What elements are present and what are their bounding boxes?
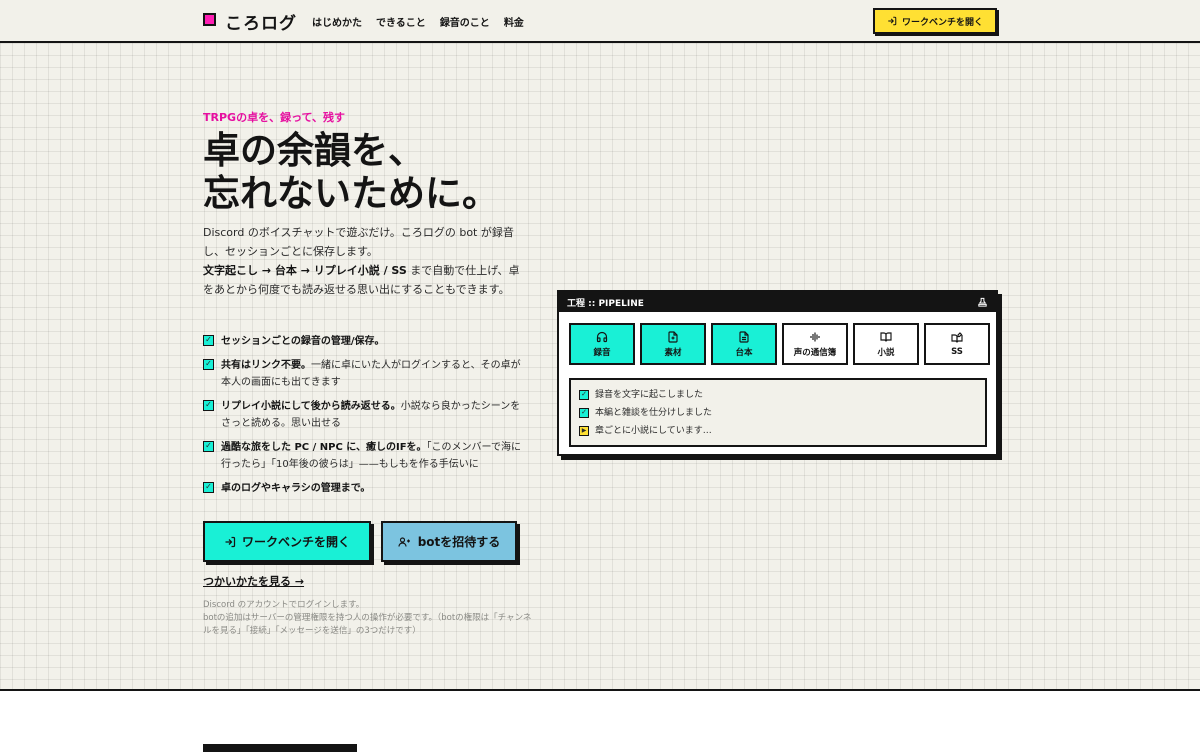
play-icon: ▶ <box>579 426 589 436</box>
next-section-heading-bar <box>203 744 357 752</box>
check-icon: ✓ <box>579 408 589 418</box>
log-item: ✓ 録音を文字に起こしました <box>579 386 977 404</box>
hero-lead-2-bold: 文字起こし → 台本 → リプレイ小説 / SS <box>203 264 407 277</box>
logo-text[interactable]: ころログ <box>225 9 297 34</box>
nav-item-pricing[interactable]: 料金 <box>504 14 524 29</box>
feature-bold: 共有はリンク不要。 <box>221 360 311 371</box>
open-workbench-label: ワークベンチを開く <box>241 535 350 549</box>
pipeline-step-ss[interactable]: SS <box>924 323 990 365</box>
pipeline-step-voice-report[interactable]: 声の通信簿 <box>782 323 848 365</box>
site-header: ころログ はじめかた できること 録音のこと 料金 ワークベンチを開く <box>0 0 1200 43</box>
pipeline-step-recording[interactable]: 録音 <box>569 323 635 365</box>
feature-bold: セッションごとの録音の管理/保存。 <box>221 336 385 347</box>
check-icon: ✓ <box>203 482 214 493</box>
pipeline-step-label: 素材 <box>664 347 682 358</box>
check-icon: ✓ <box>579 390 589 400</box>
stamp-icon <box>977 297 988 308</box>
feature-item: ✓ 卓のログやキャラシの管理まで。 <box>203 480 528 497</box>
hero-title-line-2: 忘れないために。 <box>203 172 499 215</box>
login-note: Discord のアカウントでログインします。 botの追加はサーバーの管理権限… <box>203 599 533 638</box>
login-note-2: botの追加はサーバーの管理権限を持つ人の操作が必要です。（botの権限は「チャ… <box>203 613 532 636</box>
pipeline-step-label: 声の通信簿 <box>793 347 837 358</box>
feature-item: ✓ リプレイ小説にして後から読み返せる。小説なら良かったシーンをさっと読める。思い… <box>203 398 528 432</box>
headphones-icon <box>596 331 608 343</box>
pipeline-title: 工程 :: PIPELINE <box>567 298 644 309</box>
logo-mark[interactable] <box>203 13 216 26</box>
feature-list: ✓ セッションごとの録音の管理/保存。 ✓ 共有はリンク不要。一緒に卓にいた人がログ… <box>203 333 528 504</box>
hero-section: TRPGの卓を、録って、残す 卓の余韻を、 忘れないために。 Discord の… <box>0 43 1200 691</box>
open-workbench-header-button[interactable]: ワークベンチを開く <box>873 8 997 34</box>
open-workbench-button[interactable]: ワークベンチを開く <box>203 521 371 562</box>
check-icon: ✓ <box>203 335 214 346</box>
hero-title-line-1: 卓の余韻を、 <box>203 129 425 172</box>
book-open-icon <box>880 331 892 343</box>
audio-wave-icon <box>809 331 821 343</box>
log-item: ▶ 章ごとに小説にしています… <box>579 422 977 440</box>
pipeline-step-label: 小説 <box>877 347 895 358</box>
pipeline-step-novel[interactable]: 小説 <box>853 323 919 365</box>
invite-bot-label: botを招待する <box>417 535 501 549</box>
nav-item-getting-started[interactable]: はじめかた <box>312 14 362 29</box>
pipeline-step-script[interactable]: 台本 <box>711 323 777 365</box>
pipeline-log: ✓ 録音を文字に起こしました ✓ 本編と雑談を仕分けしました ▶ 章ごとに小説にしてい… <box>569 378 987 447</box>
login-note-1: Discord のアカウントでログインします。 <box>203 600 365 610</box>
nav-item-features[interactable]: できること <box>376 14 426 29</box>
check-icon: ✓ <box>203 400 214 411</box>
pipeline-panel: 工程 :: PIPELINE 録音 素材 台本 声の通信簿 小説 SS ✓ 録音… <box>557 290 998 456</box>
feature-item: ✓ 過酷な旅をした PC / NPC に、癒しのIFを。「このメンバーで海に行った… <box>203 439 528 473</box>
open-workbench-header-label: ワークベンチを開く <box>901 17 983 28</box>
hero-eyebrow: TRPGの卓を、録って、残す <box>203 111 345 124</box>
nav-item-recording[interactable]: 録音のこと <box>440 14 490 29</box>
invite-bot-button[interactable]: botを招待する <box>381 521 517 562</box>
pipeline-step-material[interactable]: 素材 <box>640 323 706 365</box>
pipeline-step-label: 録音 <box>593 347 611 358</box>
feature-bold: リプレイ小説にして後から読み返せる。 <box>221 401 401 412</box>
login-icon <box>224 536 236 548</box>
log-text: 本編と雑談を仕分けしました <box>595 408 713 418</box>
log-item: ✓ 本編と雑談を仕分けしました <box>579 404 977 422</box>
check-icon: ✓ <box>203 441 214 452</box>
hero-lead-1: Discord のボイスチャットで遊ぶだけ。ころログの bot が録音し、セッシ… <box>203 226 514 258</box>
book-pen-icon <box>951 331 963 344</box>
log-text: 章ごとに小説にしています… <box>595 426 712 436</box>
hero-title: 卓の余韻を、 忘れないために。 <box>203 129 499 215</box>
file-plus-icon <box>667 330 679 343</box>
how-to-use-link[interactable]: つかいかたを見る → <box>203 573 304 589</box>
check-icon: ✓ <box>203 359 214 370</box>
pipeline-step-label: SS <box>951 346 963 357</box>
log-text: 録音を文字に起こしました <box>595 390 704 400</box>
pipeline-step-label: 台本 <box>735 347 753 358</box>
feature-bold: 過酷な旅をした PC / NPC に、癒しのIFを。 <box>221 442 427 453</box>
pipeline-header: 工程 :: PIPELINE <box>559 292 996 312</box>
file-text-icon <box>738 330 750 343</box>
login-icon <box>887 16 897 26</box>
feature-item: ✓ 共有はリンク不要。一緒に卓にいた人がログインすると、その卓が本人の画面にも出て… <box>203 357 528 391</box>
hero-lead: Discord のボイスチャットで遊ぶだけ。ころログの bot が録音し、セッシ… <box>203 223 528 299</box>
main-nav: はじめかた できること 録音のこと 料金 <box>312 14 524 29</box>
feature-item: ✓ セッションごとの録音の管理/保存。 <box>203 333 528 350</box>
feature-bold: 卓のログやキャラシの管理まで。 <box>221 483 371 494</box>
user-plus-icon <box>398 536 412 548</box>
pipeline-steps: 録音 素材 台本 声の通信簿 小説 SS <box>569 323 990 365</box>
